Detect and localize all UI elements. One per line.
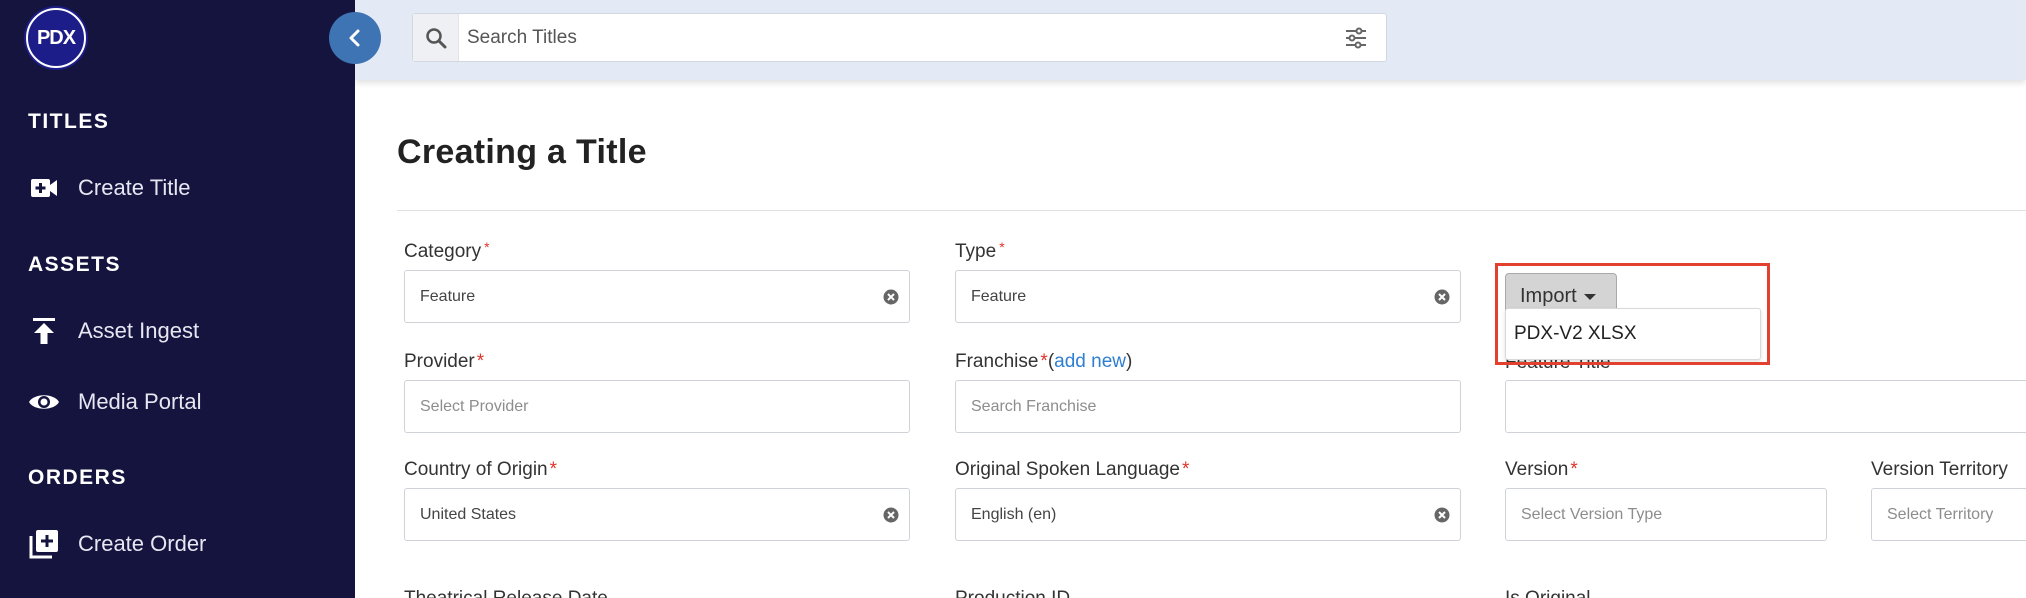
category-value: Feature: [420, 287, 476, 305]
language-select[interactable]: English (en): [955, 488, 1461, 541]
nav-asset-ingest-label: Asset Ingest: [78, 318, 200, 343]
category-select[interactable]: Feature: [404, 270, 910, 323]
feature-title-input[interactable]: [1505, 380, 2026, 433]
production-id-label: Production ID: [955, 588, 1070, 598]
version-label: Version *: [1505, 459, 1578, 480]
upload-icon: [28, 315, 60, 347]
nav-create-order-label: Create Order: [78, 531, 207, 556]
required-marker: *: [549, 459, 558, 480]
filter-sliders-icon[interactable]: [1326, 14, 1386, 61]
franchise-search[interactable]: Search Franchise: [955, 380, 1461, 433]
chevron-left-icon: [349, 29, 360, 47]
nav-asset-ingest[interactable]: Asset Ingest: [0, 305, 355, 357]
top-bar: [355, 0, 2026, 80]
country-value: United States: [420, 505, 517, 523]
nav-create-title[interactable]: Create Title: [0, 162, 355, 214]
section-title-titles: TITLES: [28, 110, 110, 133]
search-icon: [413, 14, 459, 61]
country-label: Country of Origin *: [404, 459, 558, 480]
clear-icon[interactable]: [883, 289, 899, 305]
required-marker: *: [1182, 459, 1190, 480]
is-original-label: Is Original: [1505, 588, 1591, 598]
video-plus-icon: [28, 172, 60, 204]
highlight-annotation: [1495, 263, 1770, 365]
nav-create-title-label: Create Title: [78, 175, 191, 200]
language-value: English (en): [971, 505, 1057, 523]
divider: [397, 210, 2026, 211]
version-territory-select[interactable]: Select Territory: [1871, 488, 2026, 541]
sidebar: PDX TITLES Create Title ASSETS Asset Ing…: [0, 0, 355, 598]
nav-media-portal-label: Media Portal: [78, 389, 202, 414]
clear-icon[interactable]: [883, 507, 899, 523]
search-bar: [412, 13, 1387, 62]
franchise-label: Franchise *(add new): [955, 351, 1133, 372]
clear-icon[interactable]: [1434, 289, 1450, 305]
version-territory-label: Version Territory: [1871, 459, 2008, 480]
required-marker: *: [999, 239, 1005, 255]
required-marker: *: [1570, 459, 1578, 480]
required-marker: *: [484, 239, 490, 255]
pdx-logo[interactable]: PDX: [26, 8, 86, 68]
type-value: Feature: [971, 287, 1027, 305]
eye-icon: [28, 386, 60, 418]
clear-icon[interactable]: [1434, 507, 1450, 523]
nav-create-order[interactable]: Create Order: [0, 518, 355, 570]
type-label: Type *: [955, 239, 1005, 262]
collapse-sidebar-button[interactable]: [329, 12, 381, 64]
provider-label: Provider *: [404, 351, 485, 372]
required-marker: *: [1040, 351, 1048, 372]
provider-select[interactable]: Select Provider: [404, 380, 910, 433]
section-title-assets: ASSETS: [28, 253, 122, 276]
category-label: Category *: [404, 239, 490, 262]
section-title-orders: ORDERS: [28, 466, 127, 489]
required-marker: *: [476, 351, 485, 372]
theatrical-release-label: Theatrical Release Date: [404, 588, 608, 598]
add-new-franchise-link[interactable]: add new: [1054, 351, 1126, 372]
language-label: Original Spoken Language *: [955, 459, 1190, 480]
nav-media-portal[interactable]: Media Portal: [0, 376, 355, 428]
version-select[interactable]: Select Version Type: [1505, 488, 1827, 541]
page-title: Creating a Title: [397, 133, 647, 171]
country-select[interactable]: United States: [404, 488, 910, 541]
search-input[interactable]: [459, 15, 1326, 60]
type-select[interactable]: Feature: [955, 270, 1461, 323]
add-box-icon: [28, 528, 60, 560]
